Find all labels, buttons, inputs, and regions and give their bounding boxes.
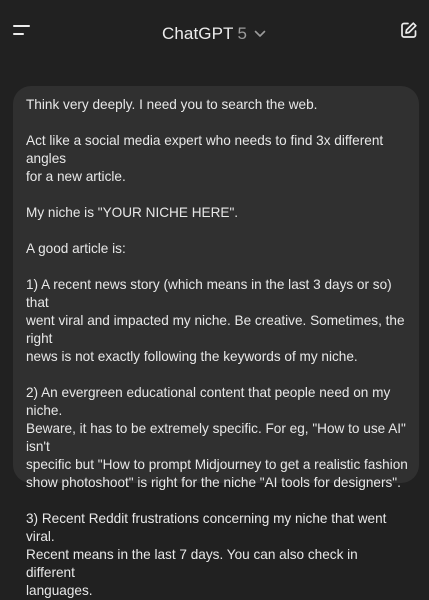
message-paragraph: A good article is: <box>26 241 126 256</box>
model-version: 5 <box>237 24 248 43</box>
user-message-bubble[interactable]: Think very deeply. I need you to search … <box>13 86 419 598</box>
top-bar: ChatGPT 5 <box>0 0 429 64</box>
new-chat-button[interactable] <box>397 20 421 44</box>
chevron-down-icon <box>253 27 267 41</box>
message-paragraph: My niche is "YOUR NICHE HERE". <box>26 205 239 220</box>
message-paragraph: Act like a social media expert who needs… <box>26 133 384 184</box>
edit-icon <box>400 21 418 44</box>
message-paragraph: 1) A recent news story (which means in t… <box>26 277 405 364</box>
message-paragraph: 2) An evergreen educational content that… <box>26 385 408 490</box>
model-selector[interactable]: ChatGPT 5 <box>0 22 429 46</box>
message-paragraph: Think very deeply. I need you to search … <box>26 97 318 112</box>
app-title: ChatGPT <box>161 24 234 43</box>
message-paragraph: 3) Recent Reddit frustrations concerning… <box>26 511 387 598</box>
